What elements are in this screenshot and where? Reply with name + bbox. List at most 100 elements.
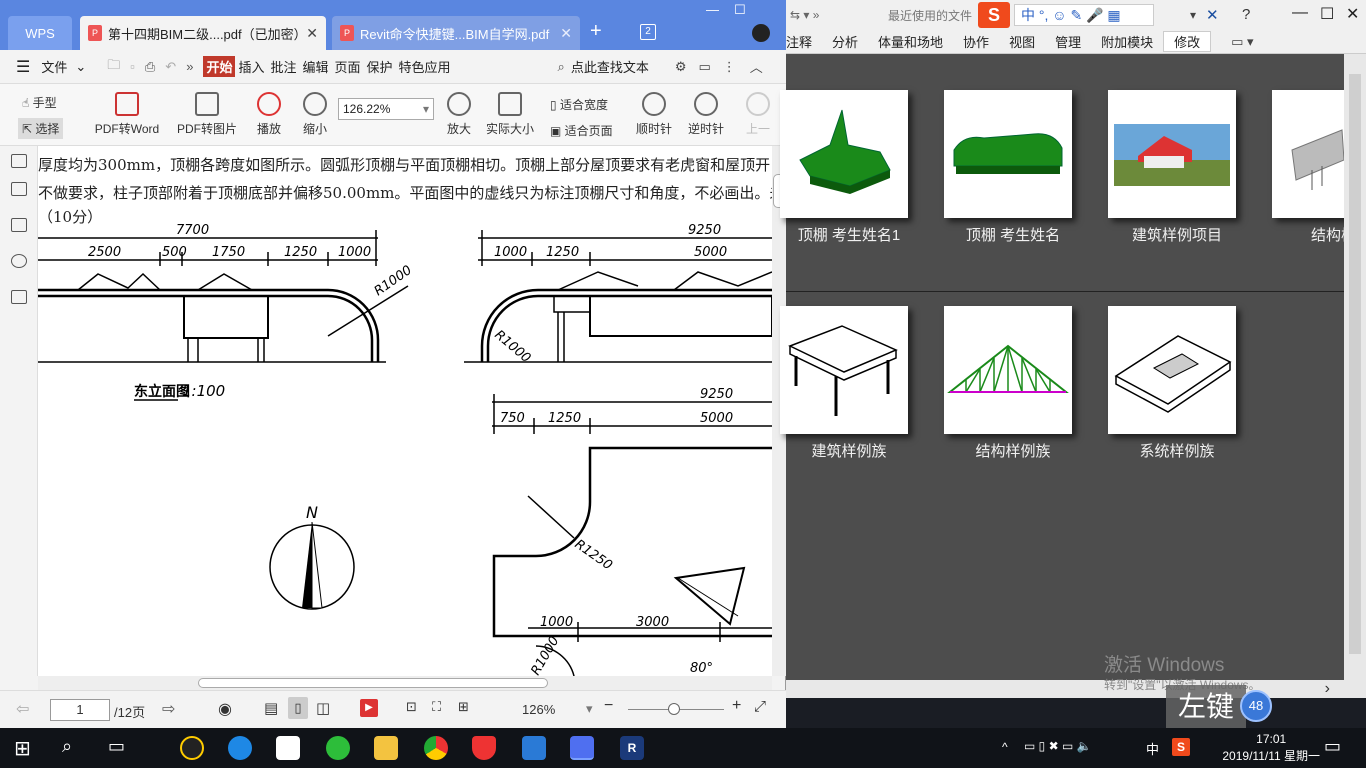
zoom-slider-thumb[interactable] bbox=[668, 703, 680, 715]
avatar[interactable] bbox=[752, 24, 770, 42]
pdf-to-image-button[interactable]: PDF转图片 bbox=[176, 92, 238, 137]
zoom-select[interactable]: 126.22% ▾ bbox=[338, 98, 434, 120]
search-text-button[interactable]: 点此查找文本 bbox=[571, 57, 649, 76]
tab-count-badge[interactable]: 2 bbox=[640, 24, 656, 40]
search-icon[interactable]: ⌕ bbox=[558, 59, 565, 75]
sogou-tray-icon[interactable]: S bbox=[1172, 738, 1190, 756]
help-icon[interactable]: ? bbox=[1242, 6, 1250, 23]
more-vertical-icon[interactable]: ⋮ bbox=[723, 59, 736, 75]
menu-protect[interactable]: 保护 bbox=[364, 57, 396, 76]
forward-arrow-icon[interactable]: ⇨ bbox=[162, 699, 175, 719]
page-number-input[interactable]: 1 bbox=[50, 699, 110, 721]
pdf-to-word-button[interactable]: PDF转Word bbox=[92, 92, 162, 137]
open-folder-icon[interactable]: 🗀 bbox=[107, 56, 120, 78]
family-label[interactable]: 结构样例族 bbox=[928, 440, 1098, 461]
fit-page-icon[interactable]: ⊞ bbox=[458, 699, 469, 715]
hamburger-icon[interactable]: ☰ bbox=[16, 57, 30, 77]
tab-document-2[interactable]: P Revit命令快捷键...BIM自学网.pdf ✕ bbox=[332, 16, 580, 50]
undo-icon[interactable]: ↶ bbox=[165, 59, 176, 75]
ribbon-tab-view[interactable]: 视图 bbox=[999, 32, 1045, 51]
chevron-down-icon[interactable]: ▾ bbox=[1190, 8, 1196, 22]
menu-annotate[interactable]: 批注 bbox=[267, 57, 299, 76]
ribbon-tab-modify[interactable]: 修改 bbox=[1163, 31, 1212, 52]
comment-icon[interactable]: ▭ bbox=[699, 59, 711, 75]
menu-page[interactable]: 页面 bbox=[332, 57, 364, 76]
cloud-app-icon[interactable] bbox=[276, 736, 300, 760]
save-icon[interactable]: ▫ bbox=[130, 59, 135, 74]
chevron-down-icon[interactable]: ▾ bbox=[586, 701, 593, 717]
family-card[interactable] bbox=[780, 306, 908, 434]
chrome-icon[interactable] bbox=[424, 736, 448, 760]
ime-toolbar[interactable]: 中 °, ☺ ✎ 🎤 ▦ bbox=[1014, 4, 1154, 26]
ribbon-tab-manage[interactable]: 管理 bbox=[1045, 32, 1091, 51]
fit-page-button[interactable]: ▣ 适合页面 bbox=[550, 122, 613, 139]
tab-document-1[interactable]: P 第十四期BIM二级....pdf（已加密） ✕ bbox=[80, 16, 326, 50]
ribbon-tab-massing[interactable]: 体量和场地 bbox=[868, 32, 953, 51]
project-label[interactable]: 顶棚 考生姓名1 bbox=[764, 224, 934, 245]
close-icon[interactable]: ✕ bbox=[1346, 4, 1359, 24]
back-arrow-icon[interactable]: ⇦ bbox=[16, 699, 29, 719]
toolbar-more-icon[interactable]: ⇆ ▾ » bbox=[790, 8, 819, 22]
ribbon-options-icon[interactable]: ▭ ▾ bbox=[1231, 34, 1253, 50]
browser-icon[interactable] bbox=[228, 736, 252, 760]
qq-icon[interactable] bbox=[180, 736, 204, 760]
chevron-up-icon[interactable]: ︿ bbox=[750, 57, 763, 76]
project-label[interactable]: 顶棚 考生姓名 bbox=[928, 224, 1098, 245]
play-button[interactable]: 播放 bbox=[254, 92, 284, 137]
system-clock[interactable]: 17:01 2019/11/11 星期一 bbox=[1222, 731, 1320, 765]
zoom-in-button[interactable]: 放大 bbox=[444, 92, 474, 137]
maximize-icon[interactable]: ☐ bbox=[734, 2, 746, 18]
print-icon[interactable]: ⎙ bbox=[145, 59, 155, 75]
extract-icon[interactable] bbox=[11, 290, 27, 304]
ribbon-tab-addins[interactable]: 附加模块 bbox=[1091, 32, 1163, 51]
wechat-icon[interactable] bbox=[326, 736, 350, 760]
menu-special[interactable]: 特色应用 bbox=[396, 57, 454, 76]
bookmark-icon[interactable] bbox=[11, 154, 27, 168]
zoom-out-button[interactable]: 缩小 bbox=[300, 92, 330, 137]
sogou-ime-icon[interactable]: S bbox=[978, 2, 1010, 28]
actual-size-button[interactable]: 实际大小 bbox=[484, 92, 536, 137]
more-icon[interactable]: » bbox=[186, 59, 193, 74]
tray-icons[interactable]: ▭ ▯ ✖ ▭ 🔈 bbox=[1024, 739, 1092, 753]
list-icon[interactable] bbox=[11, 182, 27, 196]
gear-icon[interactable]: ⚙ bbox=[675, 59, 687, 75]
scroll-thumb[interactable] bbox=[198, 678, 548, 688]
add-tab-button[interactable]: + bbox=[590, 20, 602, 43]
continuous-page-icon[interactable]: ▯ bbox=[288, 697, 308, 719]
signature-icon[interactable] bbox=[11, 254, 27, 268]
ribbon-tab-annotate[interactable]: 注释 bbox=[786, 32, 822, 51]
notification-icon[interactable]: ▭ bbox=[1324, 736, 1341, 757]
select-tool-button[interactable]: ⇱ 选择 bbox=[18, 118, 64, 139]
menu-insert[interactable]: 插入 bbox=[235, 57, 267, 76]
tray-expand-icon[interactable]: ^ bbox=[1002, 740, 1008, 754]
maximize-icon[interactable]: ☐ bbox=[1320, 4, 1334, 24]
app-icon[interactable] bbox=[522, 736, 546, 760]
ime-indicator[interactable]: 中 bbox=[1146, 739, 1159, 758]
close-icon[interactable]: ✕ bbox=[560, 25, 572, 42]
project-card[interactable] bbox=[1108, 90, 1236, 218]
horizontal-scrollbar[interactable]: › bbox=[786, 680, 1366, 698]
x-logo-icon[interactable]: ✕ bbox=[1206, 6, 1219, 24]
project-card[interactable] bbox=[780, 90, 908, 218]
menu-edit[interactable]: 编辑 bbox=[299, 57, 331, 76]
fit-icon[interactable]: ⊡ bbox=[406, 699, 417, 715]
rotate-cw-button[interactable]: 顺时针 bbox=[636, 92, 672, 137]
family-label[interactable]: 系统样例族 bbox=[1092, 440, 1262, 461]
hand-tool-button[interactable]: ☝ 手型 bbox=[22, 94, 57, 111]
zoom-out-icon[interactable]: − bbox=[604, 697, 613, 715]
folder-icon[interactable] bbox=[374, 736, 398, 760]
fullscreen-icon[interactable]: ⛶ bbox=[432, 699, 441, 715]
family-label[interactable]: 建筑样例族 bbox=[764, 440, 934, 461]
close-icon[interactable]: ✕ bbox=[306, 25, 318, 42]
image-icon[interactable] bbox=[11, 218, 27, 232]
ribbon-tab-collaborate[interactable]: 协作 bbox=[953, 32, 999, 51]
rotate-ccw-button[interactable]: 逆时针 bbox=[688, 92, 724, 137]
family-card[interactable] bbox=[944, 306, 1072, 434]
prev-page-button[interactable]: 上一 bbox=[744, 92, 772, 137]
vertical-scrollbar[interactable] bbox=[1344, 54, 1366, 680]
task-view-icon[interactable]: ▭ bbox=[108, 736, 125, 757]
single-page-icon[interactable]: ▤ bbox=[264, 699, 278, 717]
search-icon[interactable]: ⌕ bbox=[62, 736, 72, 757]
menu-file[interactable]: 文件 bbox=[38, 57, 70, 76]
security-shield-icon[interactable] bbox=[472, 736, 496, 760]
